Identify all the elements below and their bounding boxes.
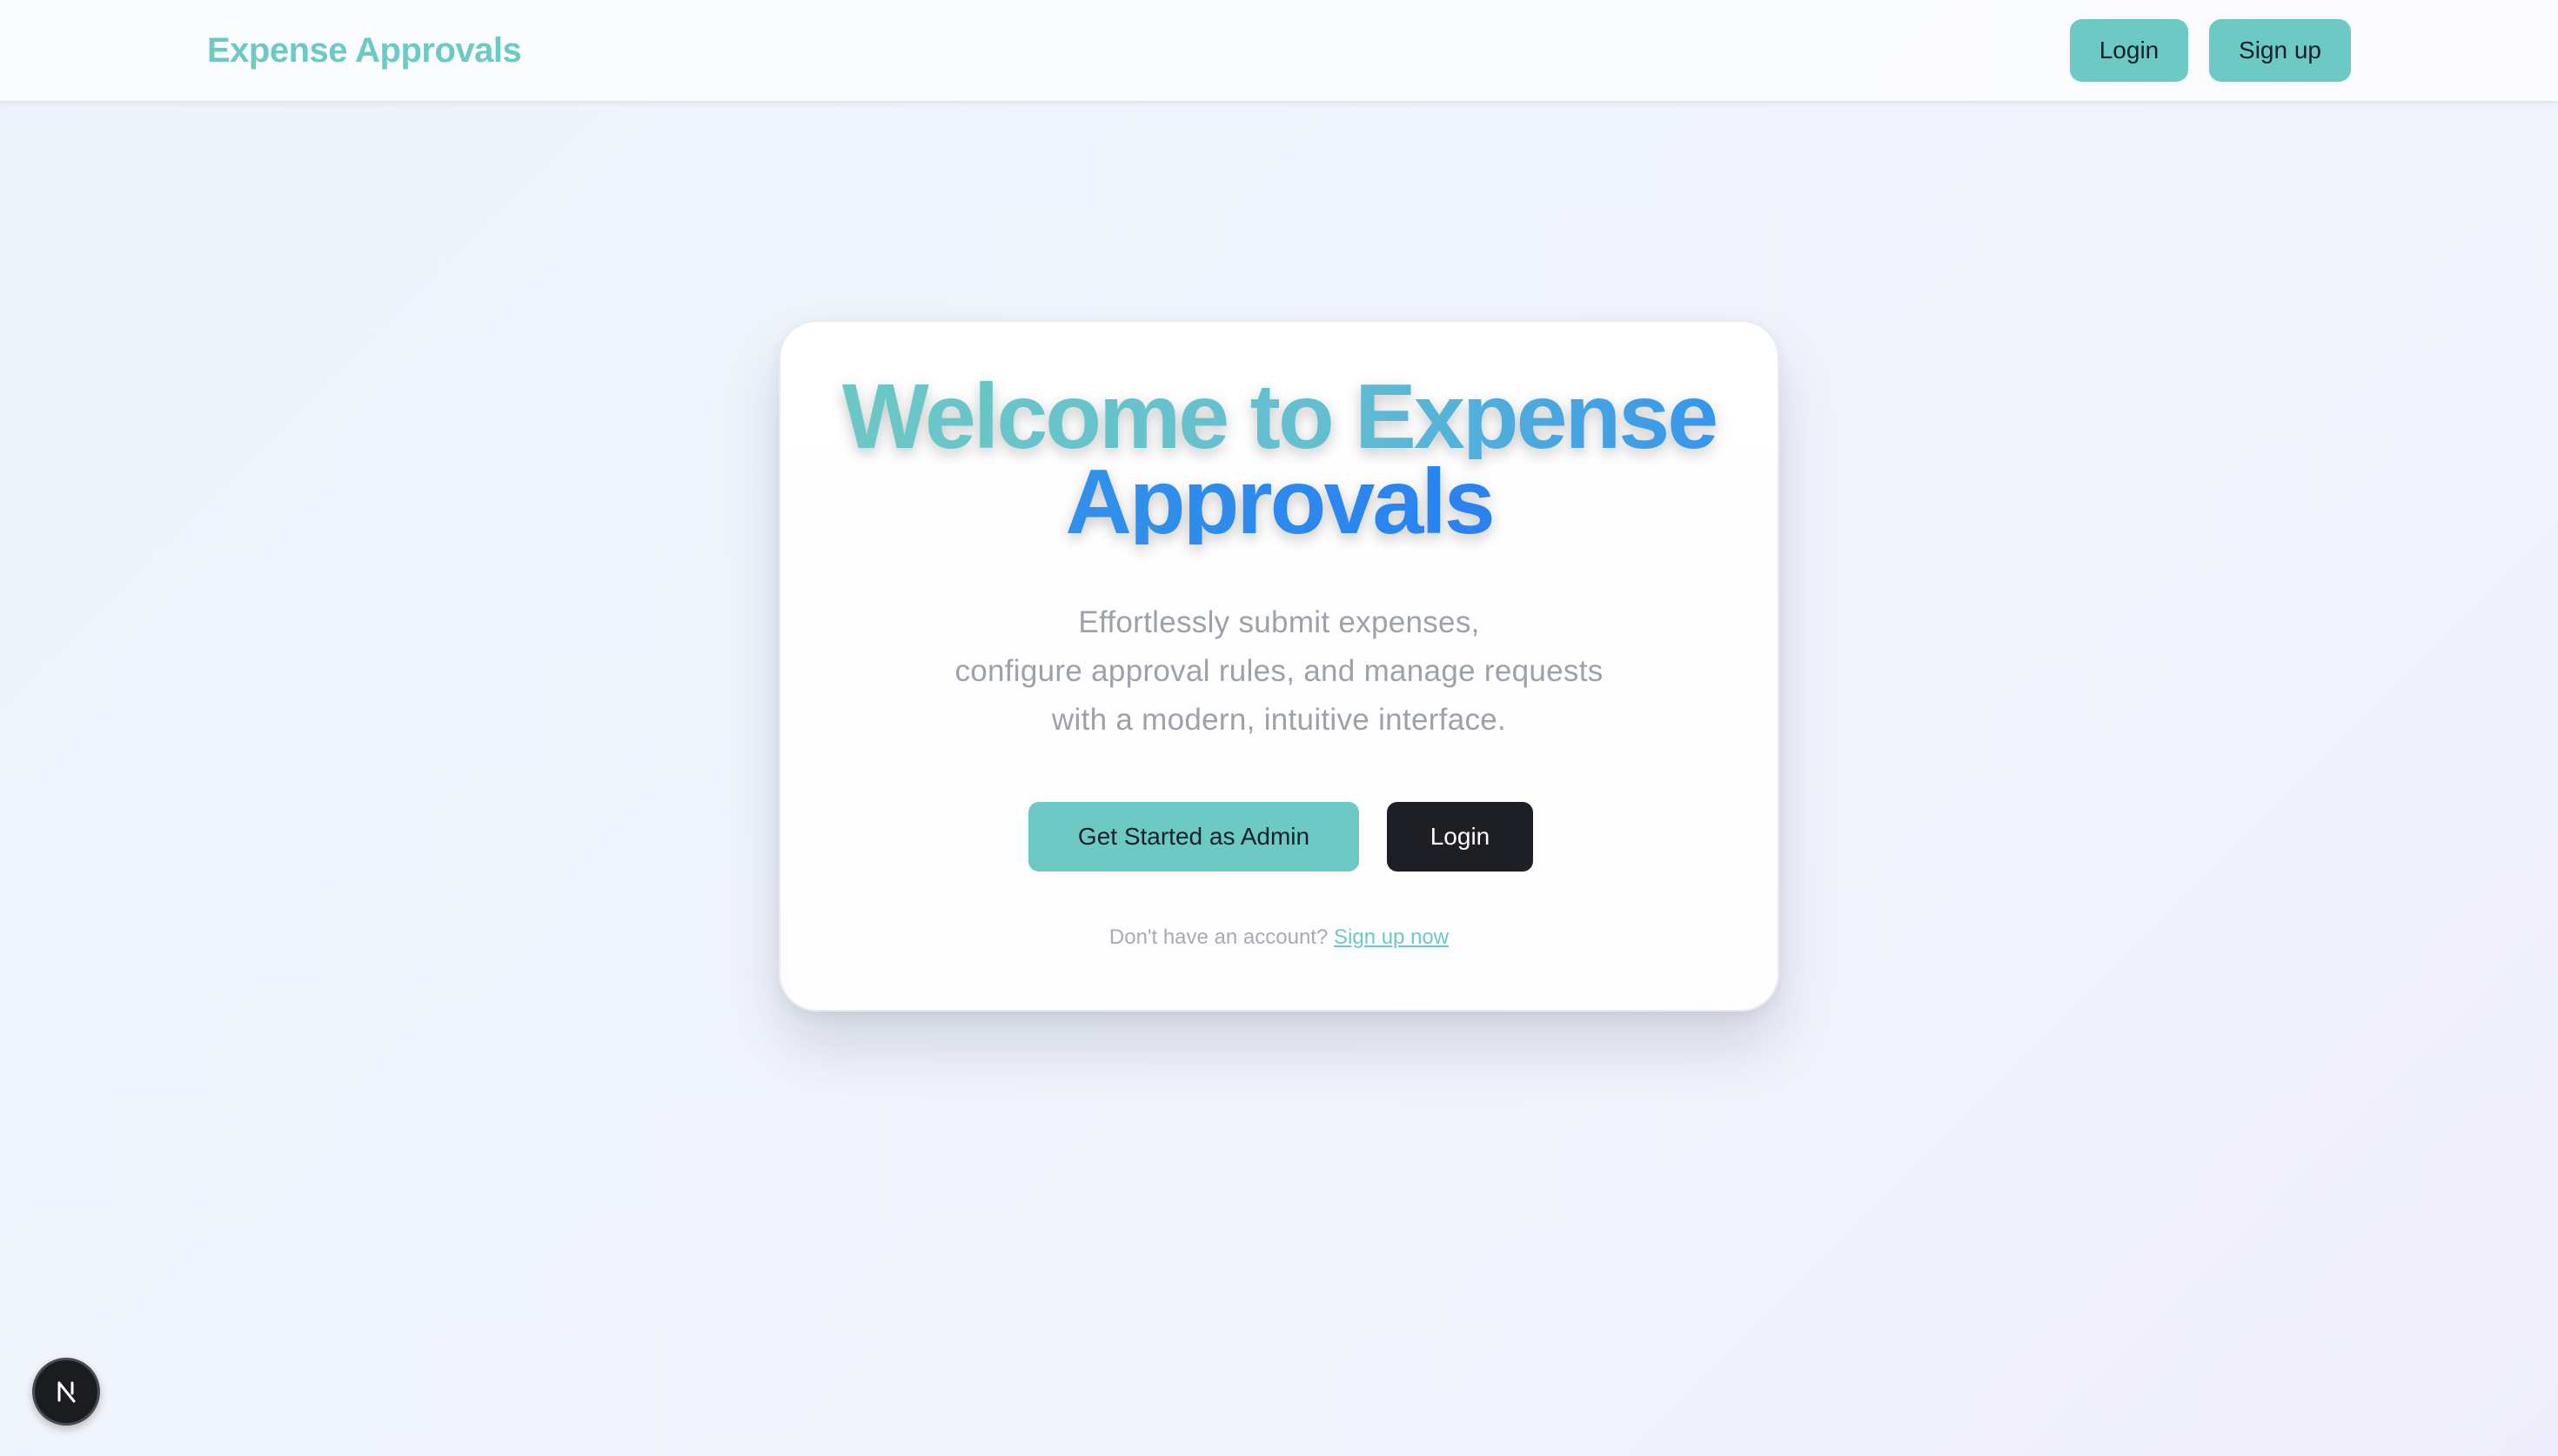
- header-login-button[interactable]: Login: [2070, 19, 2188, 82]
- hero-subtitle-line: configure approval rules, and manage req…: [954, 654, 1604, 688]
- hero-subtitle-line: with a modern, intuitive interface.: [1051, 703, 1507, 737]
- signup-prompt-text: Don't have an account?: [1108, 925, 1329, 949]
- hero-title-line-1: Welcome to Expense: [780, 371, 1778, 463]
- signup-now-link[interactable]: Sign up now: [1334, 925, 1449, 949]
- hero-subtitle-line: Effortlessly submit expenses,: [1078, 605, 1480, 639]
- hero-title: Welcome to Expense Approvals: [780, 371, 1778, 548]
- brand-logo[interactable]: Expense Approvals: [207, 26, 522, 75]
- hero-title-line-2: Approvals: [780, 456, 1778, 548]
- nextjs-logo-icon: [57, 1381, 76, 1403]
- top-navbar: Expense Approvals Login Sign up: [0, 0, 2558, 103]
- welcome-card: Welcome to Expense Approvals Effortlessl…: [779, 320, 1779, 1012]
- hero-subtitle: Effortlessly submit expenses, configure …: [780, 598, 1778, 745]
- header-signup-button[interactable]: Sign up: [2209, 19, 2351, 82]
- signup-prompt: Don't have an account? Sign up now: [780, 925, 1778, 950]
- nextjs-dev-badge[interactable]: [32, 1358, 100, 1426]
- hero-login-button[interactable]: Login: [1387, 802, 1533, 872]
- get-started-admin-button[interactable]: Get Started as Admin: [1028, 802, 1359, 872]
